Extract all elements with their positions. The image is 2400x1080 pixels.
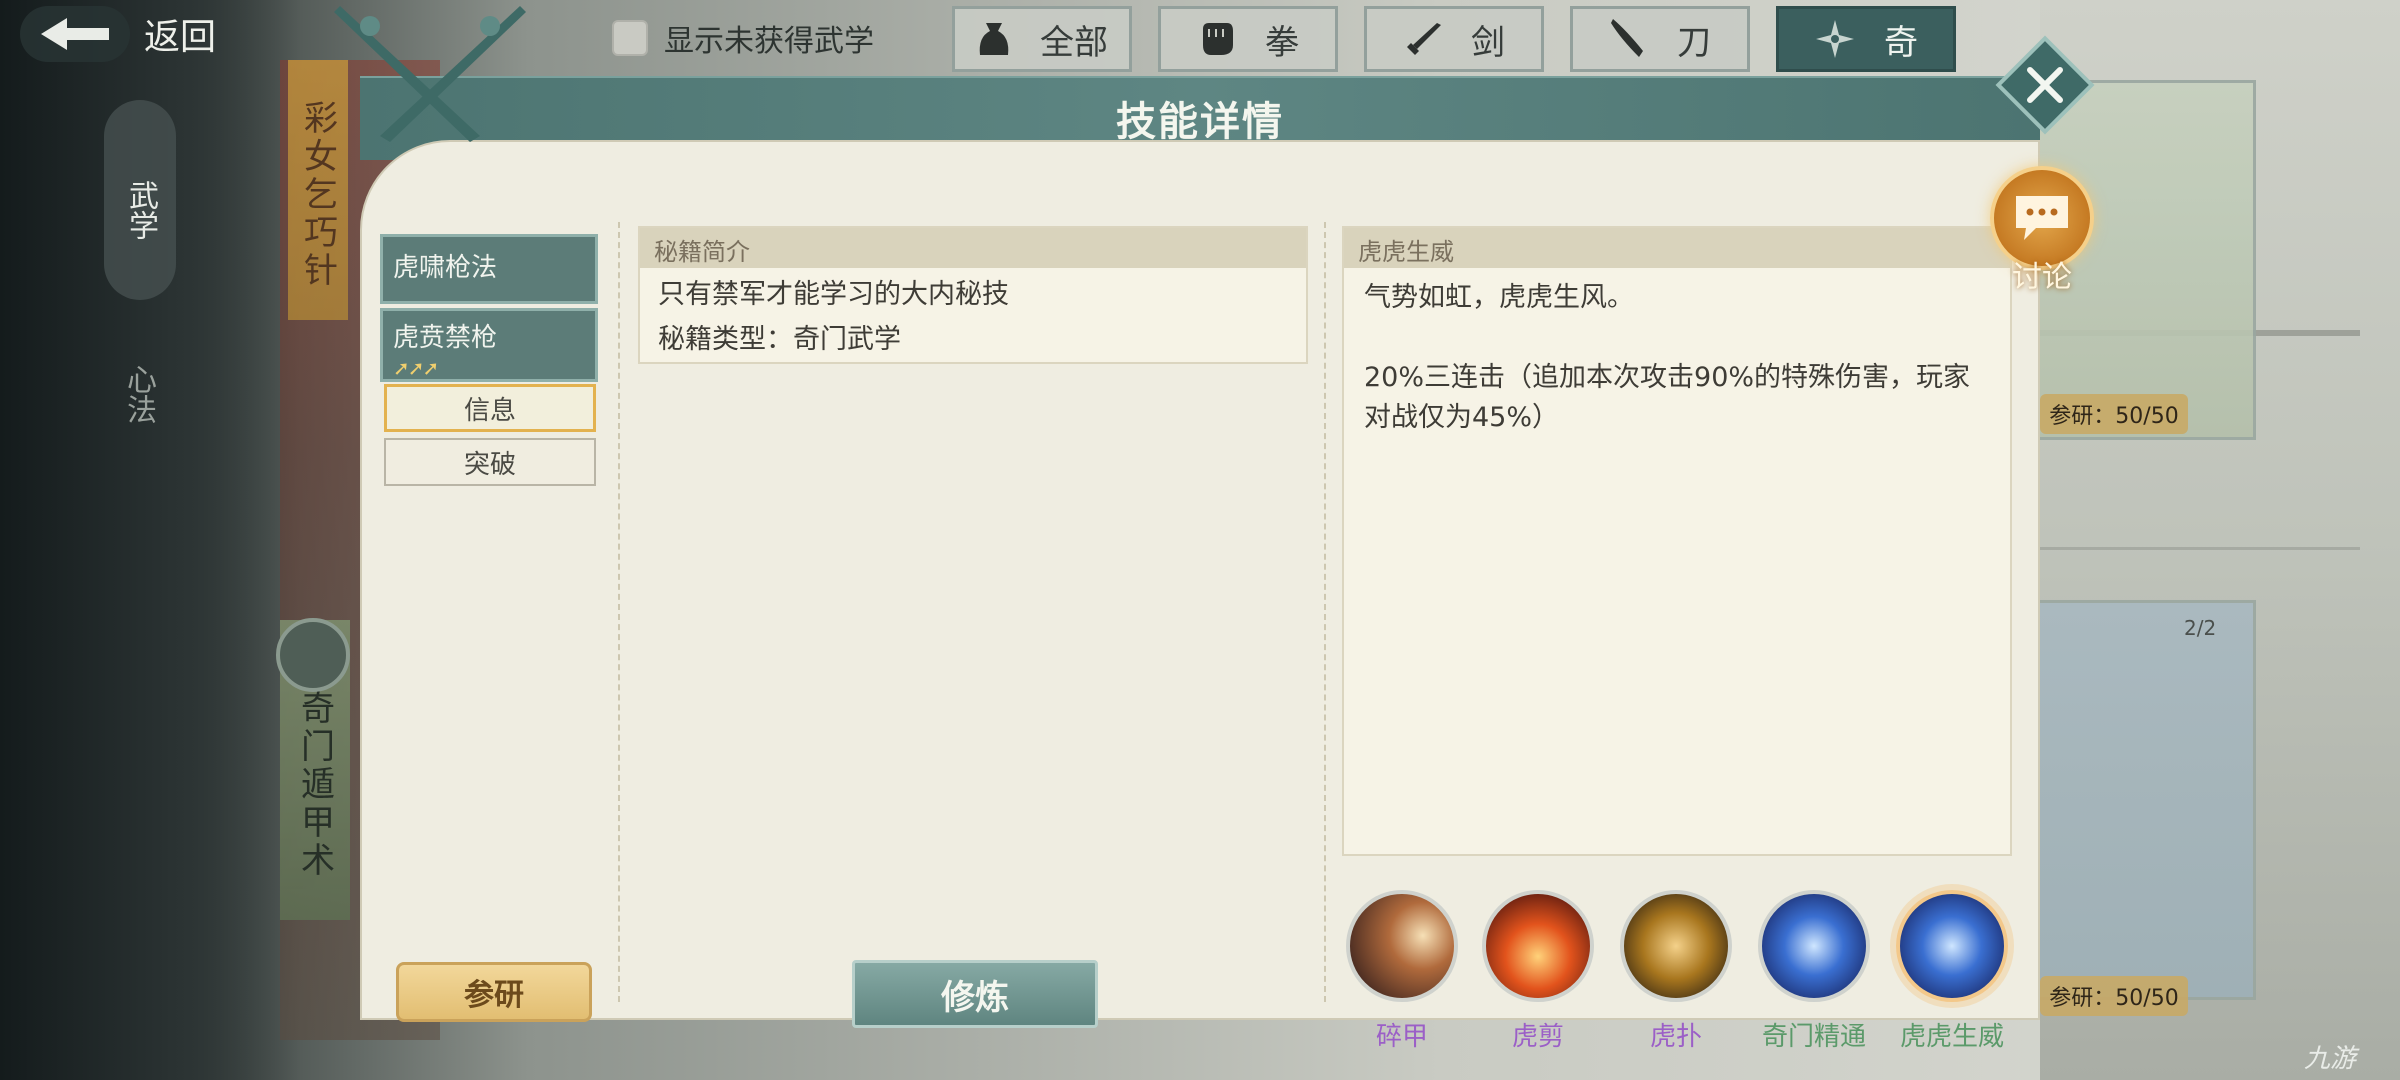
rank-arrows-icon: ➚➚➚	[393, 356, 439, 380]
canyan-button[interactable]: 参研	[396, 962, 592, 1022]
book-intro-header: 秘籍简介	[640, 228, 1306, 268]
back-label: 返回	[144, 17, 217, 58]
skill-icon-hupu[interactable]: 虎扑	[1616, 890, 1736, 1053]
skill-icon-hujian[interactable]: 虎剪	[1478, 890, 1598, 1053]
skill-icon-label: 虎扑	[1649, 1022, 1702, 1052]
skill-item-label: 虎贲禁枪	[393, 323, 498, 353]
qimen-icon	[1758, 890, 1870, 1002]
modal-body: 虎啸枪法 虎贲禁枪 ➚➚➚ 信息 突破 参研 秘籍简介 只有禁军才能学习的大内秘…	[360, 140, 2040, 1052]
back-button[interactable]: 返回	[20, 4, 230, 64]
filter-tab-all[interactable]: 全部	[952, 6, 1132, 72]
nav-wuxue[interactable]: 武学	[104, 100, 176, 300]
filter-tab-fist[interactable]: 拳	[1158, 6, 1338, 72]
canyan-progress-bottom: 参研：50/50	[2040, 976, 2188, 1016]
checkbox[interactable]	[612, 20, 648, 56]
divider	[618, 222, 620, 1002]
canyan-progress-top: 参研：50/50	[2040, 394, 2188, 434]
skill-icon-suijia[interactable]: 碎甲	[1342, 890, 1462, 1053]
shuriken-icon	[1816, 20, 1854, 58]
shuriken-emblem-icon	[276, 618, 350, 692]
suijia-icon	[1346, 890, 1458, 1002]
skill-detail-modal: 虎啸枪法 虎贲禁枪 ➚➚➚ 信息 突破 参研 秘籍简介 只有禁军才能学习的大内秘…	[334, 6, 2040, 1052]
book-type-text: 秘籍类型：奇门武学	[658, 324, 901, 355]
skill-item-label: 虎啸枪法	[393, 253, 498, 283]
background-card-bottom[interactable]	[2036, 600, 2256, 1000]
discuss-label: 讨论	[2012, 260, 2072, 295]
skill-item-huxiao[interactable]: 虎啸枪法	[380, 234, 598, 304]
skill-detail-line1: 气势如虹，虎虎生风。	[1364, 282, 1634, 313]
modal-title: 技能详情	[1116, 98, 1284, 145]
close-button[interactable]	[1990, 30, 2100, 140]
divider	[1324, 222, 1326, 1002]
tab-info[interactable]: 信息	[384, 384, 596, 432]
skill-detail-panel: 虎虎生威 气势如虹，虎虎生风。 20%三连击（追加本次攻击90%的特殊伤害，玩家…	[1342, 226, 2012, 856]
hujian-icon	[1482, 890, 1594, 1002]
xiulian-button[interactable]: 修炼	[852, 960, 1098, 1028]
skill-icon-label: 虎剪	[1511, 1022, 1564, 1052]
huhushengwei-icon	[1896, 890, 2008, 1002]
back-arrow-icon	[20, 6, 130, 62]
discuss-button[interactable]: 讨论	[1990, 166, 2100, 306]
skill-item-huben[interactable]: 虎贲禁枪 ➚➚➚	[380, 308, 598, 382]
crossed-swords-icon	[334, 6, 526, 142]
skill-icon-label: 虎虎生威	[1899, 1022, 2004, 1052]
skill-icon-row: 碎甲 虎剪 虎扑 奇门精通 虎虎生威	[1342, 890, 2022, 1052]
skill-detail-line2: 20%三连击（追加本次攻击90%的特殊伤害，玩家对战仅为45%）	[1364, 362, 1971, 433]
skill-icon-qimen[interactable]: 奇门精通	[1754, 890, 1874, 1053]
filter-label-all: 全部	[1040, 22, 1108, 63]
fist-icon	[1203, 23, 1233, 55]
chat-bubble-icon	[2016, 196, 2068, 240]
watermark-logo: 九游	[2304, 1044, 2357, 1074]
book-intro-panel: 秘籍简介 只有禁军才能学习的大内秘技 秘籍类型：奇门武学	[638, 226, 1308, 364]
show-unobtained-toggle[interactable]: 显示未获得武学	[612, 16, 874, 60]
nav-xinfa[interactable]: 心法	[116, 364, 160, 424]
bag-icon	[979, 23, 1009, 55]
skill-detail-header: 虎虎生威	[1344, 228, 2010, 268]
filter-tab-sword[interactable]: 剑	[1364, 6, 1544, 72]
hupu-icon	[1620, 890, 1732, 1002]
skill-icon-label: 奇门精通	[1761, 1022, 1866, 1052]
blade-icon	[1611, 19, 1643, 57]
skill-icon-label: 碎甲	[1375, 1022, 1428, 1052]
tab-tupo[interactable]: 突破	[384, 438, 596, 486]
book-title-mid: 奇门遁甲术	[294, 690, 335, 880]
book-intro-text: 只有禁军才能学习的大内秘技	[658, 279, 1009, 310]
close-icon	[1995, 35, 2095, 135]
filter-tab-qi[interactable]: 奇	[1776, 6, 1956, 72]
filter-tab-blade[interactable]: 刀	[1570, 6, 1750, 72]
show-unobtained-label: 显示未获得武学	[664, 24, 874, 59]
filter-label-fist: 拳	[1265, 22, 1299, 63]
filter-label-qi: 奇	[1884, 22, 1918, 63]
nav-wuxue-label: 武学	[123, 180, 158, 240]
filter-label-sword: 剑	[1471, 22, 1505, 63]
skill-icon-huhushengwei[interactable]: 虎虎生威	[1892, 890, 2012, 1053]
book-count: 2/2	[2184, 616, 2217, 640]
filter-label-blade: 刀	[1677, 22, 1711, 63]
skill-detail-text: 气势如虹，虎虎生风。 20%三连击（追加本次攻击90%的特殊伤害，玩家对战仅为4…	[1344, 268, 2010, 488]
sword-icon	[1407, 23, 1441, 55]
